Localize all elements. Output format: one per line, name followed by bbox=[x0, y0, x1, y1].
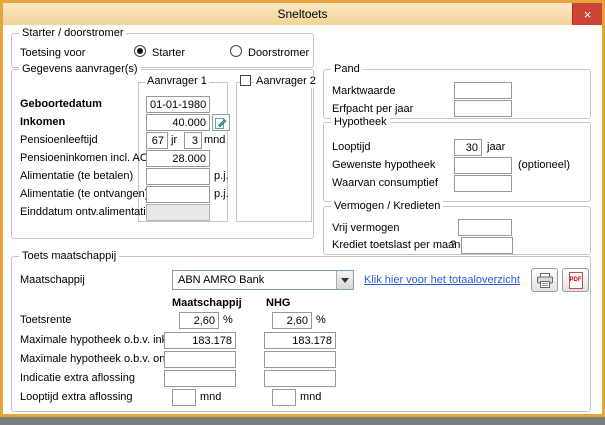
starter-radio[interactable] bbox=[134, 45, 146, 57]
max-hypotheek-inkomen-nhg-input[interactable] bbox=[264, 332, 336, 349]
aanvrager2-checkbox[interactable] bbox=[240, 75, 251, 86]
edit-icon bbox=[215, 117, 227, 129]
group-vermogen-kredieten: Vermogen / Kredieten Vrij vermogen Kredi… bbox=[323, 200, 591, 255]
toetsing-voor-label: Toetsing voor bbox=[20, 47, 86, 59]
column-header-maatschappij: Maatschappij bbox=[172, 297, 242, 309]
totaaloverzicht-link[interactable]: Klik hier voor het totaaloverzicht bbox=[364, 274, 520, 286]
pensioenleeftijd-label: Pensioenleeftijd bbox=[20, 134, 98, 146]
group-toets-maatschappij: Toets maatschappij Maatschappij ABN AMRO… bbox=[11, 250, 591, 412]
inkomen-edit-button[interactable] bbox=[212, 114, 230, 131]
group-pand: Pand Marktwaarde Erfpacht per jaar bbox=[323, 63, 591, 119]
titlebar: Sneltoets × bbox=[3, 3, 602, 25]
indicatie-extra-aflossing-nhg-input[interactable] bbox=[264, 370, 336, 387]
toetsrente-maatschappij-percent-label: % bbox=[223, 314, 233, 326]
alimentatie-betalen-input[interactable] bbox=[146, 168, 210, 185]
starter-radio-label: Starter bbox=[152, 47, 186, 59]
looptijd-extra-mnd-nhg-label: mnd bbox=[300, 391, 322, 403]
group-starter-title: Starter / doorstromer bbox=[19, 27, 127, 40]
maatschappij-label: Maatschappij bbox=[20, 274, 85, 286]
indicatie-extra-aflossing-maatschappij-input[interactable] bbox=[164, 370, 236, 387]
krediet-question-label: ? bbox=[450, 239, 457, 251]
marktwaarde-input[interactable] bbox=[454, 82, 512, 99]
waarvan-consumptief-label: Waarvan consumptief bbox=[332, 177, 438, 189]
jaar-label: jaar bbox=[487, 141, 506, 153]
vrij-vermogen-label: Vrij vermogen bbox=[332, 222, 400, 234]
looptijd-label: Looptijd bbox=[332, 141, 371, 153]
krediet-toetslast-label: Krediet toetslast per maand bbox=[332, 239, 467, 251]
alimentatie-ontvangen-label: Alimentatie (te ontvangen) bbox=[20, 188, 149, 200]
group-pand-title: Pand bbox=[331, 63, 363, 76]
looptijd-extra-aflossing-maatschappij-input[interactable] bbox=[172, 389, 196, 406]
pdf-icon: PDF bbox=[568, 271, 583, 289]
pj-ontvangen-label: p.j. bbox=[214, 188, 229, 200]
pensioenleeftijd-maand-input[interactable] bbox=[184, 132, 202, 149]
toetsrente-nhg-percent-label: % bbox=[316, 314, 326, 326]
looptijd-extra-aflossing-label: Looptijd extra aflossing bbox=[20, 391, 133, 403]
printer-icon bbox=[536, 272, 553, 288]
geboortedatum-input[interactable] bbox=[146, 96, 210, 113]
group-gegevens-title: Gegevens aanvrager(s) bbox=[19, 63, 141, 76]
toetsrente-label: Toetsrente bbox=[20, 314, 72, 326]
group-hypotheek: Hypotheek Looptijd jaar Gewenste hypothe… bbox=[323, 116, 591, 202]
erfpacht-label: Erfpacht per jaar bbox=[332, 103, 414, 115]
aanvrager2-label: Aanvrager 2 bbox=[254, 75, 318, 88]
marktwaarde-label: Marktwaarde bbox=[332, 85, 396, 97]
max-hypotheek-onderpand-nhg-input[interactable] bbox=[264, 351, 336, 368]
maatschappij-dropdown[interactable]: ABN AMRO Bank bbox=[172, 270, 354, 290]
group-gegevens-aanvragers: Gegevens aanvrager(s) Aanvrager 1 Aanvra… bbox=[11, 63, 318, 239]
krediet-toetslast-input[interactable] bbox=[461, 237, 513, 254]
window-title: Sneltoets bbox=[277, 7, 328, 21]
aanvrager2-box bbox=[236, 82, 312, 222]
pensioenleeftijd-jaar-input[interactable] bbox=[146, 132, 168, 149]
close-icon: × bbox=[583, 6, 592, 22]
maatschappij-selected-value: ABN AMRO Bank bbox=[178, 274, 265, 286]
erfpacht-input[interactable] bbox=[454, 100, 512, 117]
group-vermogen-title: Vermogen / Kredieten bbox=[331, 200, 444, 213]
inkomen-label: Inkomen bbox=[20, 116, 66, 128]
pensioeninkomen-label: Pensioeninkomen incl. AOW bbox=[20, 152, 159, 164]
jr-label: jr bbox=[171, 134, 178, 146]
looptijd-extra-mnd-maatschappij-label: mnd bbox=[200, 391, 222, 403]
mnd-label: mnd bbox=[204, 134, 226, 146]
max-hypotheek-onderpand-maatschappij-input[interactable] bbox=[164, 351, 236, 368]
sneltoets-dialog: Sneltoets × Starter / doorstromer Toetsi… bbox=[0, 0, 605, 417]
close-button[interactable]: × bbox=[572, 3, 602, 25]
pdf-icon-text: PDF bbox=[569, 277, 582, 283]
pdf-button[interactable]: PDF bbox=[562, 268, 589, 292]
column-header-nhg: NHG bbox=[266, 297, 291, 309]
chevron-down-icon bbox=[341, 277, 349, 283]
looptijd-input[interactable] bbox=[454, 139, 482, 156]
optioneel-label: (optioneel) bbox=[518, 159, 570, 171]
gewenste-hypotheek-label: Gewenste hypotheek bbox=[332, 159, 436, 171]
dialog-content: Starter / doorstromer Toetsing voor Star… bbox=[3, 25, 602, 414]
print-button[interactable] bbox=[531, 268, 558, 292]
group-toets-title: Toets maatschappij bbox=[19, 250, 120, 263]
toetsrente-maatschappij-input[interactable] bbox=[179, 312, 219, 329]
dropdown-arrow-button[interactable] bbox=[336, 271, 353, 289]
pensioeninkomen-input[interactable] bbox=[146, 150, 210, 167]
gewenste-hypotheek-input[interactable] bbox=[454, 157, 512, 174]
alimentatie-betalen-label: Alimentatie (te betalen) bbox=[20, 170, 134, 182]
einddatum-input[interactable] bbox=[146, 204, 210, 221]
max-hypotheek-inkomen-maatschappij-input[interactable] bbox=[164, 332, 236, 349]
inkomen-input[interactable] bbox=[146, 114, 210, 131]
aanvrager1-label: Aanvrager 1 bbox=[145, 75, 209, 88]
looptijd-extra-aflossing-nhg-input[interactable] bbox=[272, 389, 296, 406]
alimentatie-ontvangen-input[interactable] bbox=[146, 186, 210, 203]
indicatie-extra-aflossing-label: Indicatie extra aflossing bbox=[20, 372, 135, 384]
waarvan-consumptief-input[interactable] bbox=[454, 175, 512, 192]
vrij-vermogen-input[interactable] bbox=[458, 219, 512, 236]
einddatum-label: Einddatum ontv.alimentatie bbox=[20, 206, 152, 218]
group-hypotheek-title: Hypotheek bbox=[331, 116, 390, 129]
toetsrente-nhg-input[interactable] bbox=[272, 312, 312, 329]
doorstromer-radio-label: Doorstromer bbox=[248, 47, 310, 59]
pj-betalen-label: p.j. bbox=[214, 170, 229, 182]
doorstromer-radio[interactable] bbox=[230, 45, 242, 57]
geboortedatum-label: Geboortedatum bbox=[20, 98, 102, 110]
